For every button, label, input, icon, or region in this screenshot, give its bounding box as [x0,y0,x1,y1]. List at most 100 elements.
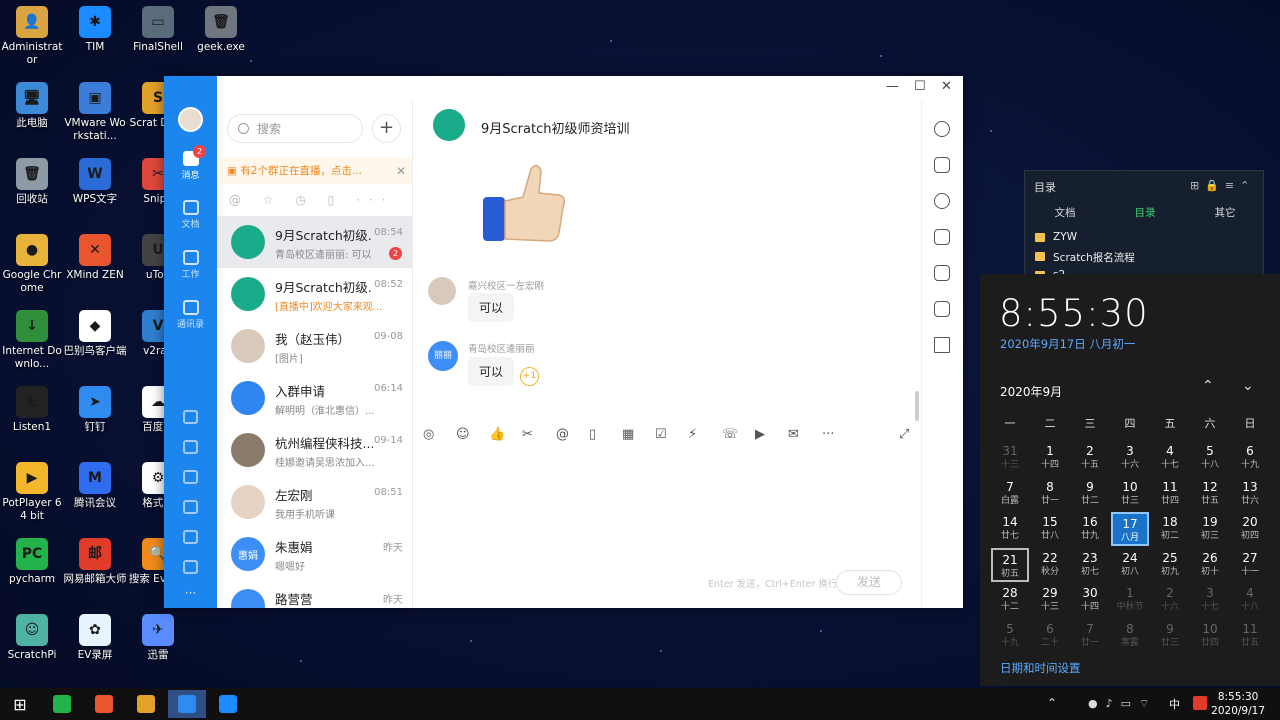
directory-item[interactable]: Scratch报名流程 [1053,250,1135,265]
add-member-icon[interactable] [934,157,950,173]
desktop-icon[interactable]: ✱ TIM [63,6,127,54]
clock-date[interactable]: 2020年9月17日 八月初一 [1000,336,1135,352]
desktop-icon[interactable]: ➤ 钉钉 [63,386,127,434]
calendar-day[interactable]: 29 十三 [1031,583,1069,617]
conversation-item[interactable]: 9月Scratch初级... 08:52 [直播中]欢迎大家来观... [217,268,412,320]
minimize-button[interactable]: — [886,79,899,94]
add-button[interactable]: + [372,114,401,143]
plus-one-button[interactable]: +1 [520,367,539,386]
calendar-icon[interactable] [183,410,198,424]
directory-tab[interactable]: 文档 [1025,205,1105,220]
taskbar-scratch[interactable] [128,690,164,718]
calendar-day[interactable]: 8 寒露 [1111,619,1149,653]
close-button[interactable]: ✕ [941,79,952,94]
mail-icon[interactable]: ✉ [788,427,799,442]
nav-docs[interactable]: 文档 [164,200,217,230]
desktop-icon[interactable]: 邮网易邮箱大师 [63,538,127,586]
desktop-icon[interactable]: 🗑 回收站 [0,158,64,206]
filter-tools[interactable]: @ ☆ ◷ ▯ ··· [217,186,412,214]
at-icon[interactable]: @ [556,427,569,442]
calendar-day[interactable]: 18 初二 [1151,512,1189,546]
taskbar-tim[interactable] [210,690,246,718]
desktop-icon[interactable]: ▣ VMware Workstati... [63,82,127,143]
announcement-icon[interactable] [934,265,950,281]
desktop-icon[interactable]: ↓ Internet Downlo... [0,310,64,371]
desktop-icon[interactable]: PC pycharm [0,538,64,586]
directory-item[interactable]: ZYW [1053,231,1077,243]
live-tv-icon[interactable] [934,301,950,317]
calendar-day[interactable]: 14 廿七 [991,512,1029,546]
calendar-day[interactable]: 6 二十 [1031,619,1069,653]
desktop-icon[interactable]: 🖥 此电脑 [0,82,64,130]
calendar-day[interactable]: 2 十六 [1151,583,1189,617]
taskbar-dingtalk[interactable] [168,690,206,718]
calendar-day[interactable]: 12 廿五 [1191,477,1229,511]
calendar-day[interactable]: 10 廿三 [1111,477,1149,511]
lightning-icon[interactable]: ⚡ [688,427,697,442]
calendar-day[interactable]: 28 十二 [991,583,1029,617]
calendar-day[interactable]: 4 十八 [1231,583,1269,617]
show-hidden-icons[interactable]: ⌃ [1047,696,1057,710]
calendar-day[interactable]: 20 初四 [1231,512,1269,546]
message-bubble[interactable]: 可以 [468,357,515,386]
message-bubble[interactable]: 可以 [468,293,515,322]
calendar-day[interactable]: 5 十九 [991,619,1029,653]
flag-icon[interactable] [934,337,950,353]
conversation-item[interactable]: 入群申请 06:14 解明明（淮北惠信）... [217,372,412,424]
mail-icon[interactable] [183,530,198,544]
phone-icon[interactable] [183,500,198,514]
taskbar-clock[interactable]: 8:55:30 2020/9/17 [1211,690,1265,718]
directory-tab[interactable]: 其它 [1185,205,1265,220]
calendar-day[interactable]: 13 廿六 [1231,477,1269,511]
sender-avatar[interactable] [428,277,456,305]
calendar-day[interactable]: 25 初九 [1151,548,1189,582]
calendar-day[interactable]: 7 廿一 [1071,619,1109,653]
desktop-icon[interactable]: ▶ PotPlayer 64 bit [0,462,64,523]
calendar-day[interactable]: 19 初三 [1191,512,1229,546]
calendar-day[interactable]: 3 十六 [1111,441,1149,475]
conversation-item[interactable]: 9月Scratch初级... 08:54 青岛校区逄丽丽: 可以 2 [217,216,412,268]
calendar-day[interactable]: 22 秋分 [1031,548,1069,582]
more-options-icon[interactable] [934,121,950,137]
conversation-item[interactable]: 路营营 昨天 [217,580,412,608]
conversation-item[interactable]: 惠娟 朱惠娟 昨天 嗯嗯好 [217,528,412,580]
calendar-day[interactable]: 2 十五 [1071,441,1109,475]
search-input[interactable]: 搜索 [227,114,363,143]
calendar-day[interactable]: 31 十三 [991,441,1029,475]
date-time-settings-link[interactable]: 日期和时间设置 [1000,660,1081,676]
lightning-icon[interactable] [183,470,198,484]
expand-icon[interactable]: ⤢ [899,427,909,442]
scissors-icon[interactable]: ✂ [522,427,533,442]
calendar-day[interactable]: 8 廿一 [1031,477,1069,511]
calendar-day[interactable]: 11 廿四 [1151,477,1189,511]
scrollbar[interactable] [915,391,919,421]
desktop-icon[interactable]: ☺ ScratchPi [0,614,64,662]
calendar-day[interactable]: 10 廿四 [1191,619,1229,653]
desktop-icon[interactable]: ✈ 迅雷 [126,614,190,662]
conversation-item[interactable]: 左宏刚 08:51 我用手机听课 [217,476,412,528]
chevron-up-icon[interactable]: ⌃ [1202,378,1214,394]
directory-tab[interactable]: 目录 [1105,205,1185,220]
desktop-icon[interactable]: ▭ FinalShell [126,6,190,54]
nav-work[interactable]: 工作 [164,250,217,280]
sender-avatar[interactable]: 丽丽 [428,341,458,371]
send-button[interactable]: 发送 [836,570,902,595]
folder-icon[interactable] [934,229,950,245]
calendar-day[interactable]: 9 廿三 [1151,619,1189,653]
taskbar-pycharm[interactable] [44,690,80,718]
calendar-day[interactable]: 17 八月 [1111,512,1149,546]
calendar-day[interactable]: 11 廿五 [1231,619,1269,653]
group-avatar[interactable] [433,109,465,141]
calendar-day[interactable]: 27 十一 [1231,548,1269,582]
live-banner-close-icon[interactable]: ✕ [396,158,406,184]
check-icon[interactable]: ☑ [655,427,667,442]
wps-tray-icon[interactable] [1193,696,1207,710]
calendar-day[interactable]: 15 廿八 [1031,512,1069,546]
history-icon[interactable] [934,193,950,209]
desktop-icon[interactable]: ◆ 巴别鸟客户端 [63,310,127,358]
conversation-item[interactable]: 杭州编程侠科技... 09-14 桂娜邀请吴思浓加入... [217,424,412,476]
desktop-icon[interactable]: 👤 Administrator [0,6,64,67]
tray-icons[interactable]: ●♪▭⌔ [1088,697,1157,711]
desktop-icon[interactable]: L Listen1 [0,386,64,434]
file-icon[interactable]: ▯ [589,427,596,442]
